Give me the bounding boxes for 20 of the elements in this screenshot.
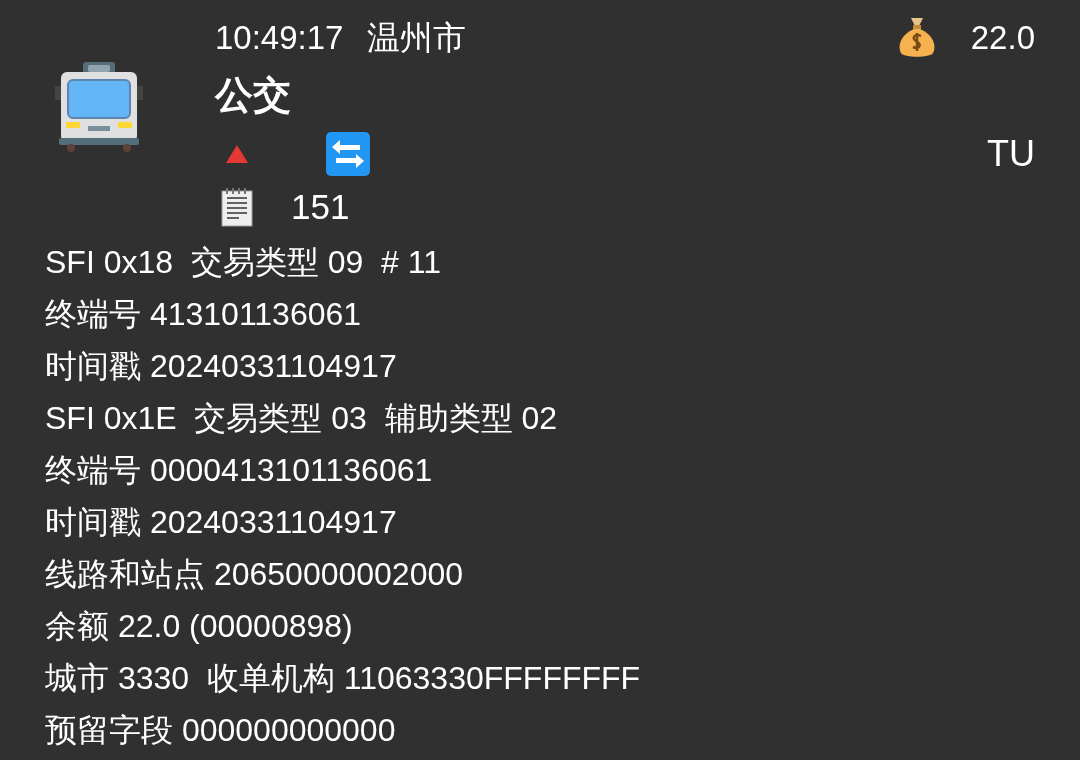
record-line: SFI 0x1E 交易类型 03 辅助类型 02: [45, 399, 558, 438]
record-line: 时间戳 20240331104917: [45, 503, 397, 542]
refresh-icon: [326, 132, 370, 176]
balance-text: 22.0: [970, 18, 1035, 59]
record-line: 城市 3330 收单机构 11063330FFFFFFFF: [45, 659, 641, 698]
record-line: 时间戳 20240331104917: [45, 347, 397, 386]
time-text: 10:49:17: [215, 18, 344, 59]
record-line: SFI 0x18 交易类型 09 # 11: [45, 243, 441, 282]
record-line: 终端号 413101136061: [45, 295, 362, 334]
record-count-text: 151: [291, 185, 350, 228]
record-line: 终端号 0000413101136061: [45, 451, 433, 490]
record-line: 余额 22.0 (00000898): [45, 607, 353, 646]
triangle-icon: [225, 144, 249, 164]
notepad-icon: [221, 187, 253, 227]
record-line: 线路和站点 20650000002000: [45, 555, 464, 594]
bus-icon: [53, 60, 145, 152]
card-type-title: 公交: [215, 73, 292, 118]
city-text: 温州市: [367, 18, 467, 59]
record-line: 预留字段 000000000000: [45, 711, 396, 750]
code-text: TU: [987, 132, 1035, 176]
